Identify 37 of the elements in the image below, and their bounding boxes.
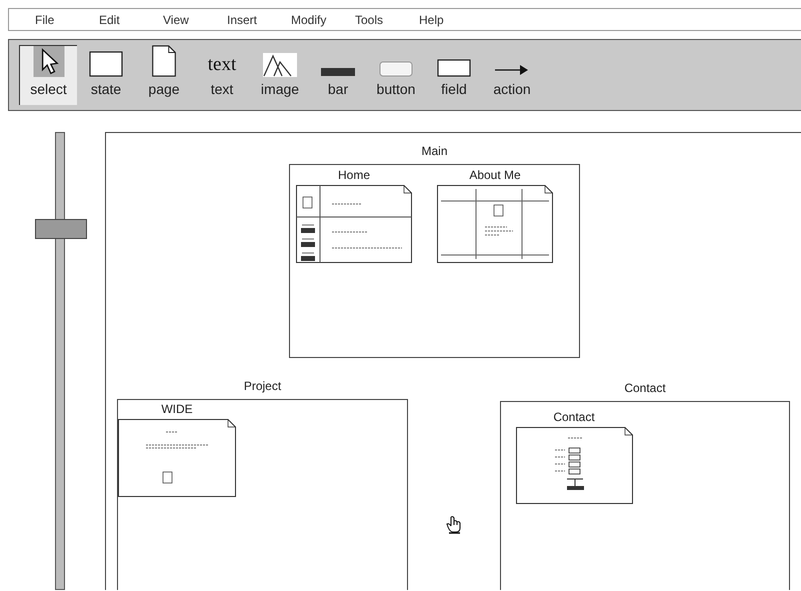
page-title: Contact xyxy=(553,410,595,426)
tool-button[interactable]: text text xyxy=(193,45,251,105)
tool-button[interactable]: button xyxy=(367,45,425,105)
state-title: Project xyxy=(242,378,282,395)
menu-item[interactable]: File xyxy=(31,12,95,26)
pointer-icon xyxy=(32,46,66,77)
state-box[interactable]: Home About Me xyxy=(289,164,580,358)
page-title: Home xyxy=(338,168,370,184)
page-title: About Me xyxy=(469,168,521,184)
state-box[interactable]: Contact xyxy=(500,401,790,590)
field-icon xyxy=(437,59,471,77)
arrow-icon xyxy=(495,63,529,77)
tool-button[interactable]: page xyxy=(135,45,193,105)
menu-item[interactable]: Insert xyxy=(223,12,287,26)
tool-button[interactable]: image xyxy=(251,45,309,105)
mountain-icon xyxy=(263,53,297,77)
page-title: WIDE xyxy=(161,402,193,418)
rectangle-icon xyxy=(89,51,123,77)
menu-item[interactable]: Modify xyxy=(287,12,351,26)
state-title: Main xyxy=(420,143,448,160)
hand-cursor-icon xyxy=(446,516,462,534)
tool-button[interactable]: state xyxy=(77,45,135,105)
menu-item[interactable]: View xyxy=(159,12,223,26)
bar-icon xyxy=(321,67,355,77)
state-title: Contact xyxy=(623,380,667,397)
menu-item[interactable]: Help xyxy=(415,12,479,26)
menu-item[interactable]: Tools xyxy=(351,12,415,26)
page-icon xyxy=(151,45,177,77)
text-icon: text xyxy=(208,53,236,77)
tool-button[interactable]: select xyxy=(19,45,77,105)
slider-thumb[interactable] xyxy=(35,219,87,240)
tool-button[interactable]: bar xyxy=(309,45,367,105)
button-shape-icon xyxy=(379,61,413,77)
tool-button[interactable]: action xyxy=(483,45,541,105)
menu-item[interactable]: Edit xyxy=(95,12,159,26)
state-box[interactable]: WIDE xyxy=(117,399,408,590)
tool-button[interactable]: field xyxy=(425,45,483,105)
